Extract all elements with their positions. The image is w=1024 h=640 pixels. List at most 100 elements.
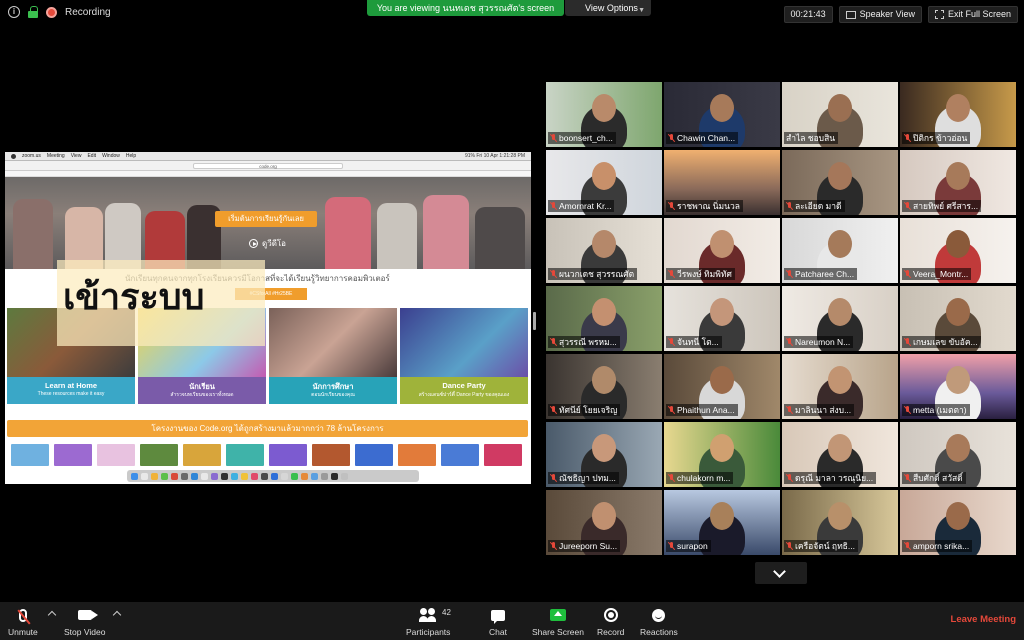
dock-app-icon[interactable] [261, 472, 268, 480]
dock-app-icon[interactable] [341, 472, 348, 480]
chat-button[interactable]: Chat [489, 606, 507, 637]
participant-tile[interactable]: metta (เมตตา) [900, 354, 1016, 419]
speaker-view-button[interactable]: Speaker View [838, 6, 922, 23]
split-view-handle[interactable] [533, 312, 536, 330]
participant-tile[interactable]: Chawin Chan... [664, 82, 780, 147]
participant-name: เกษมเลข ขับอัค... [913, 337, 978, 347]
dock-app-icon[interactable] [271, 472, 278, 480]
participant-tile[interactable]: amporn srika... [900, 490, 1016, 555]
project-thumbnail[interactable] [226, 444, 264, 466]
zoom-meeting-window: i Recording You are viewing นนทเดช สุวรร… [0, 0, 1024, 640]
exit-fullscreen-button[interactable]: Exit Full Screen [927, 6, 1018, 23]
record-button[interactable]: Record [597, 606, 624, 637]
dock-app-icon[interactable] [151, 472, 158, 480]
menubar-item: zoom.us [22, 153, 41, 159]
participant-tile[interactable]: Jureeporn Su... [546, 490, 662, 555]
participant-tile[interactable]: วีรพงษ์ ทิมพิทัศ [664, 218, 780, 283]
dock-app-icon[interactable] [291, 472, 298, 480]
project-thumbnail[interactable] [269, 444, 307, 466]
participant-name-tag: Phaithun Ana... [666, 404, 738, 416]
participant-tile[interactable]: ละเอียด มาดี [782, 150, 898, 215]
participant-tile[interactable]: สุวรรณี พรหม... [546, 286, 662, 351]
project-thumbnail[interactable] [183, 444, 221, 466]
view-options-label: View Options [585, 3, 638, 13]
participant-tile[interactable]: เครือจัตน์ ฤทธิ... [782, 490, 898, 555]
participants-icon [419, 608, 437, 622]
participant-name: มาลินนา ส่งบ... [795, 405, 852, 415]
projects-banner[interactable]: โครงงานของ Code.org ได้ถูกสร้างมาแล้วมาก… [7, 420, 528, 437]
project-thumbnail[interactable] [140, 444, 178, 466]
dock-app-icon[interactable] [281, 472, 288, 480]
dock-app-icon[interactable] [331, 472, 338, 480]
participant-tile-active-speaker[interactable]: สำไล ชอบสิน [782, 82, 898, 147]
participant-tile[interactable]: chulakorn m... [664, 422, 780, 487]
participant-name-tag: จันทนี โต... [666, 336, 722, 348]
stop-video-button[interactable]: Stop Video [64, 606, 105, 637]
participant-tile[interactable]: มาลินนา ส่งบ... [782, 354, 898, 419]
lock-icon[interactable] [28, 6, 38, 18]
participant-tile[interactable]: สายทิพย์ ศรีสาร... [900, 150, 1016, 215]
dock-app-icon[interactable] [231, 472, 238, 480]
participant-tile[interactable]: ทัศนีย์ โยยเจริญ [546, 354, 662, 419]
unmute-button[interactable]: Unmute [8, 606, 38, 637]
dock-app-icon[interactable] [171, 472, 178, 480]
dock-app-icon[interactable] [251, 472, 258, 480]
dock-app-icon[interactable] [321, 472, 328, 480]
dock-app-icon[interactable] [191, 472, 198, 480]
participant-tile[interactable]: ผนวกเดช สุวรรณศัต [546, 218, 662, 283]
audio-options-chevron-icon[interactable] [47, 610, 57, 620]
leave-meeting-button[interactable]: Leave Meeting [951, 614, 1016, 625]
participant-tile[interactable]: Veera_Montr... [900, 218, 1016, 283]
participant-tile[interactable]: ราชพาณ นิ่มนวล [664, 150, 780, 215]
mic-off-icon [668, 474, 674, 482]
participant-tile[interactable]: surapon [664, 490, 780, 555]
watch-video-link[interactable]: ดูวีดีโอ [249, 237, 286, 250]
project-thumbnail[interactable] [441, 444, 479, 466]
participant-tile[interactable]: ณัชธิญา ปทม... [546, 422, 662, 487]
dock-app-icon[interactable] [211, 472, 218, 480]
project-thumbnail[interactable] [312, 444, 350, 466]
dock-app-icon[interactable] [181, 472, 188, 480]
share-screen-button[interactable]: Share Screen [532, 606, 584, 637]
project-thumbnail[interactable] [54, 444, 92, 466]
shared-screen[interactable]: zoom.us Meeting View Edit Window Help 91… [5, 152, 531, 484]
info-icon[interactable]: i [8, 6, 20, 18]
dock-app-icon[interactable] [301, 472, 308, 480]
participant-tile[interactable]: Phaithun Ana... [664, 354, 780, 419]
dance-party-card[interactable]: Dance Party สร้างแดนซ์ปาร์ตี้ Dance Part… [400, 308, 528, 404]
participant-name-tag: ผนวกเดช สุวรรณศัต [548, 268, 638, 280]
participant-tile[interactable]: สืบศักดิ์ สวัสดิ์ [900, 422, 1016, 487]
project-thumbnail[interactable] [355, 444, 393, 466]
dock-app-icon[interactable] [221, 472, 228, 480]
educators-card[interactable]: นักการศึกษา ตอนนักเรียนของคุณ [269, 308, 397, 404]
start-learning-button[interactable]: เริ่มต้นการเรียนรู้กันเลย [215, 211, 317, 227]
dock-app-icon[interactable] [131, 472, 138, 480]
participant-tile[interactable]: ดรุณี มาลา วรณุนิย... [782, 422, 898, 487]
project-thumbnail[interactable] [484, 444, 522, 466]
view-options-button[interactable]: View Options ▼ [565, 0, 651, 16]
participant-tile[interactable]: boonsert_ch... [546, 82, 662, 147]
card-subtitle: ตอนนักเรียนของคุณ [311, 392, 355, 398]
dock-app-icon[interactable] [241, 472, 248, 480]
participant-tile[interactable]: ปิติกร ข้าวอ่อน [900, 82, 1016, 147]
dock-app-icon[interactable] [141, 472, 148, 480]
project-thumbnail[interactable] [398, 444, 436, 466]
dock-app-icon[interactable] [201, 472, 208, 480]
video-camera-icon [77, 610, 98, 620]
mic-off-icon [786, 542, 792, 550]
reactions-button[interactable]: Reactions [640, 606, 678, 637]
participant-name-tag: ทัศนีย์ โยยเจริญ [548, 404, 621, 416]
dock-app-icon[interactable] [311, 472, 318, 480]
participant-tile[interactable]: Nareumon N... [782, 286, 898, 351]
participant-tile[interactable]: จันทนี โต... [664, 286, 780, 351]
participant-tile[interactable]: Amornrat Kr... [546, 150, 662, 215]
mac-menubar: zoom.us Meeting View Edit Window Help 91… [5, 152, 531, 161]
project-thumbnail[interactable] [97, 444, 135, 466]
participant-tile[interactable]: Patcharee Ch... [782, 218, 898, 283]
login-overlay[interactable]: เข้าระบบ [57, 260, 265, 346]
project-thumbnail[interactable] [11, 444, 49, 466]
dock-app-icon[interactable] [161, 472, 168, 480]
participant-tile[interactable]: เกษมเลข ขับอัค... [900, 286, 1016, 351]
video-options-chevron-icon[interactable] [112, 610, 122, 620]
gallery-next-page-button[interactable] [755, 562, 807, 584]
